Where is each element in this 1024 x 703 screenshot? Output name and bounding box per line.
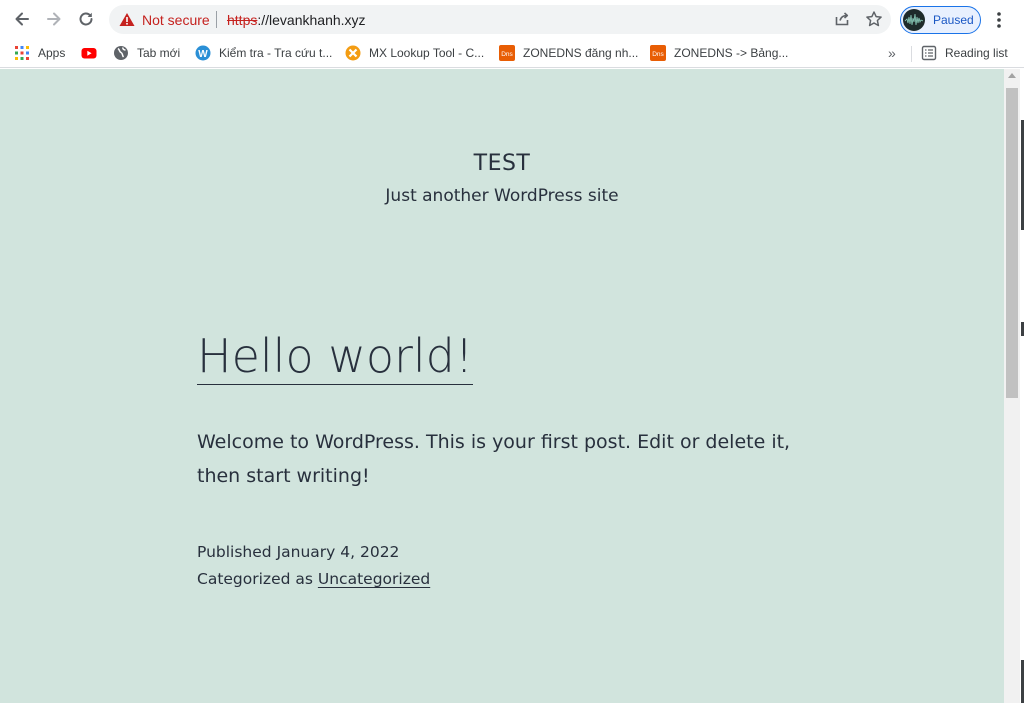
reload-button[interactable] [73, 6, 99, 32]
reading-list-label: Reading list [945, 46, 1008, 60]
w-logo-icon: W [195, 45, 211, 61]
forward-arrow-icon [47, 12, 61, 26]
bookmarks-overflow-button[interactable]: » [888, 45, 896, 61]
bookmark-label: ZONEDNS đăng nh... [523, 46, 639, 60]
profile-button[interactable]: Paused [900, 6, 981, 34]
avatar [903, 9, 925, 31]
bookmark-new-tab[interactable]: Tab mới [113, 42, 180, 64]
back-button[interactable] [9, 6, 35, 32]
vertical-scrollbar[interactable] [1004, 69, 1020, 703]
dns-icon: Dns [499, 45, 515, 61]
svg-text:Dns: Dns [501, 51, 513, 58]
bookmarks-bar: Apps Tab mới W Kiểm tra - Tra cứu t... M… [0, 38, 1024, 68]
bookmark-label: ZONEDNS -> Bảng... [674, 46, 789, 60]
bookmark-zonedns-dashboard[interactable]: Dns ZONEDNS -> Bảng... [650, 42, 788, 64]
warning-icon[interactable] [119, 12, 135, 27]
back-arrow-icon [15, 12, 29, 26]
dns-icon: Dns [650, 45, 666, 61]
profile-status-label: Paused [933, 13, 974, 27]
url-text[interactable]: https://levankhanh.xyz [227, 12, 366, 28]
bookmark-mx-lookup[interactable]: MX Lookup Tool - C... [345, 42, 484, 64]
published-label: Published [197, 543, 272, 561]
globe-icon [114, 46, 128, 60]
bookmark-label: Apps [38, 46, 66, 60]
bookmark-youtube[interactable] [81, 42, 105, 64]
site-description: Just another WordPress site [385, 186, 619, 206]
kebab-menu-icon[interactable] [992, 10, 1006, 30]
not-secure-label[interactable]: Not secure [142, 12, 210, 28]
bookmarks-divider [911, 46, 912, 62]
forward-button[interactable] [41, 6, 67, 32]
post-content: Welcome to WordPress. This is your first… [197, 431, 791, 487]
address-bar[interactable]: Not secure https://levankhanh.xyz [109, 5, 891, 34]
omnibox-divider [216, 11, 217, 28]
bookmark-apps[interactable]: Apps [14, 42, 65, 64]
bookmark-label: Tab mới [137, 46, 181, 60]
bookmark-label: MX Lookup Tool - C... [369, 46, 485, 60]
url-scheme: https [227, 12, 258, 28]
share-icon[interactable] [834, 11, 850, 27]
scroll-thumb[interactable] [1006, 88, 1018, 398]
bookmark-star-icon[interactable] [865, 10, 883, 28]
scroll-up-arrow-icon[interactable] [1008, 73, 1016, 78]
post-title-link[interactable]: Hello world! [197, 331, 474, 385]
reload-icon [79, 12, 93, 26]
site-title[interactable]: TEST [0, 151, 1004, 176]
svg-text:W: W [198, 49, 208, 60]
reading-list-button[interactable]: Reading list [921, 42, 1008, 64]
url-host: ://levankhanh.xyz [257, 12, 366, 28]
published-date: January 4, 2022 [276, 543, 400, 561]
bookmark-zonedns-login[interactable]: Dns ZONEDNS đăng nh... [499, 42, 638, 64]
categorized-label: Categorized as [197, 570, 313, 588]
post-published-meta: Published January 4, 2022 [197, 543, 399, 561]
bookmark-label: Kiểm tra - Tra cứu t... [219, 46, 333, 60]
post-category-meta: Categorized as Uncategorized [197, 570, 430, 588]
browser-window: Not secure https://levankhanh.xyz Paused… [0, 0, 1024, 703]
mxtoolbox-icon [345, 45, 361, 61]
browser-toolbar: Not secure https://levankhanh.xyz Paused [0, 0, 1024, 38]
bookmark-kiem-tra[interactable]: W Kiểm tra - Tra cứu t... [195, 42, 332, 64]
youtube-icon [81, 48, 97, 59]
apps-grid-icon [15, 46, 29, 60]
reading-list-icon [921, 45, 937, 61]
page-viewport: TEST Just another WordPress site Hello w… [0, 69, 1004, 703]
svg-text:Dns: Dns [652, 51, 664, 58]
category-link[interactable]: Uncategorized [318, 570, 430, 588]
